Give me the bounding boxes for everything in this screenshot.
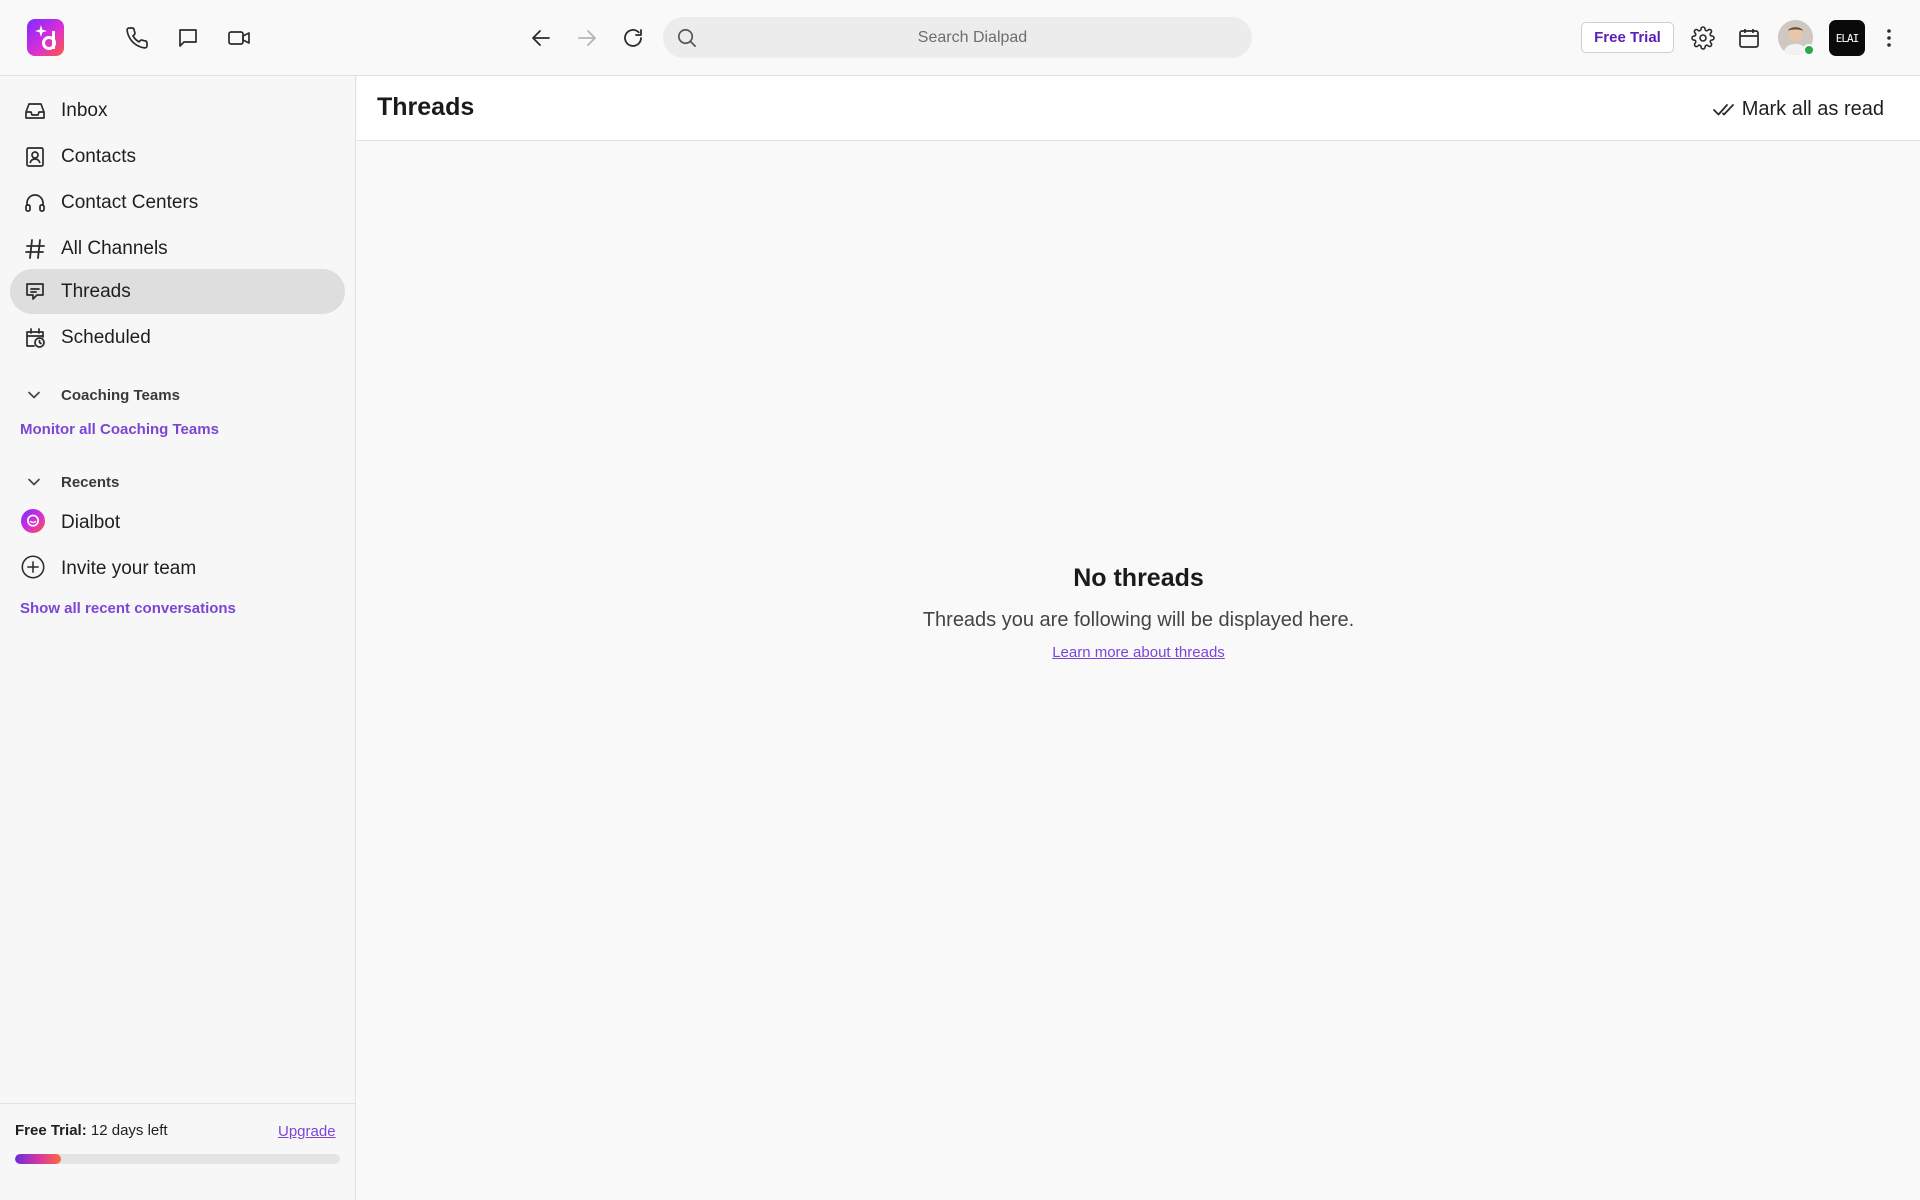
message-icon[interactable] — [170, 20, 206, 56]
top-bar: Free Trial ELAI — [0, 0, 1920, 76]
back-arrow-icon[interactable] — [523, 20, 559, 56]
calendar-icon[interactable] — [1731, 20, 1767, 56]
contacts-icon — [23, 145, 47, 169]
hash-icon — [23, 237, 47, 261]
refresh-icon[interactable] — [615, 20, 651, 56]
sidebar-item-scheduled[interactable]: Scheduled — [10, 315, 345, 360]
calendar-clock-icon — [23, 326, 47, 350]
sidebar-item-all-channels[interactable]: All Channels — [10, 226, 345, 271]
mark-all-read-label: Mark all as read — [1741, 97, 1884, 120]
search-bar — [663, 17, 1252, 58]
monitor-coaching-teams-link[interactable]: Monitor all Coaching Teams — [20, 421, 219, 438]
trial-progress-bar — [15, 1154, 340, 1164]
coaching-teams-heading: Coaching Teams — [61, 386, 180, 404]
dialpad-logo-icon[interactable] — [27, 19, 64, 56]
recent-item-label: Dialbot — [61, 511, 121, 533]
trial-days-left: 12 days left — [90, 1122, 168, 1139]
sidebar-item-inbox[interactable]: Inbox — [10, 88, 345, 133]
sidebar-item-contacts[interactable]: Contacts — [10, 134, 345, 179]
sidebar-item-contact-centers[interactable]: Contact Centers — [10, 180, 345, 225]
avatar[interactable] — [1778, 20, 1815, 56]
upgrade-link[interactable]: Upgrade — [278, 1123, 336, 1140]
chevron-down-icon — [28, 391, 40, 399]
dialbot-icon — [21, 509, 49, 537]
threads-icon — [23, 280, 47, 304]
invite-team-label: Invite your team — [61, 557, 197, 579]
sidebar-item-label: Scheduled — [61, 326, 151, 348]
workspace-badge[interactable]: ELAI — [1829, 20, 1865, 56]
trial-footer: Free Trial: 12 days left Upgrade — [0, 1103, 356, 1200]
inbox-icon — [23, 99, 47, 123]
sidebar-item-label: Threads — [61, 280, 131, 302]
main-panel: Threads Mark all as read No threads Thre… — [357, 76, 1920, 1200]
page-title: Threads — [377, 93, 475, 121]
sidebar-item-label: Inbox — [61, 99, 108, 121]
main-header: Threads Mark all as read — [357, 76, 1920, 141]
more-vertical-icon[interactable] — [1871, 20, 1907, 56]
trial-status-text: Free Trial: 12 days left — [15, 1122, 168, 1139]
phone-icon[interactable] — [119, 20, 155, 56]
sidebar: Inbox Contacts Contact Centers All Chann… — [0, 76, 356, 1200]
sidebar-item-threads[interactable]: Threads — [10, 269, 345, 314]
double-check-icon — [1712, 104, 1734, 116]
free-trial-button[interactable]: Free Trial — [1581, 22, 1674, 53]
recents-toggle[interactable]: Recents — [24, 471, 119, 493]
trial-progress-fill — [15, 1154, 61, 1164]
forward-arrow-icon[interactable] — [569, 20, 605, 56]
plus-circle-icon — [21, 555, 49, 583]
headset-icon — [23, 191, 47, 215]
search-icon — [675, 26, 698, 49]
trial-label: Free Trial: — [15, 1122, 87, 1139]
empty-state-description: Threads you are following will be displa… — [922, 609, 1355, 631]
search-input[interactable] — [663, 17, 1252, 58]
online-status-badge — [1803, 44, 1815, 56]
empty-state: No threads Threads you are following wil… — [357, 564, 1920, 662]
show-recent-conversations-link[interactable]: Show all recent conversations — [20, 600, 236, 617]
sidebar-item-label: All Channels — [61, 237, 168, 259]
chevron-down-icon — [28, 478, 40, 486]
mark-all-read-button[interactable]: Mark all as read — [1712, 94, 1884, 124]
gear-icon[interactable] — [1685, 20, 1721, 56]
coaching-teams-toggle[interactable]: Coaching Teams — [24, 384, 180, 406]
empty-state-title: No threads — [1073, 564, 1204, 592]
sidebar-item-label: Contact Centers — [61, 191, 199, 213]
recent-item-dialbot[interactable]: Dialbot — [10, 500, 345, 545]
sidebar-item-label: Contacts — [61, 145, 136, 167]
video-icon[interactable] — [221, 20, 257, 56]
invite-team-button[interactable]: Invite your team — [10, 546, 345, 591]
learn-more-threads-link[interactable]: Learn more about threads — [1052, 644, 1225, 661]
recents-heading: Recents — [61, 473, 120, 491]
